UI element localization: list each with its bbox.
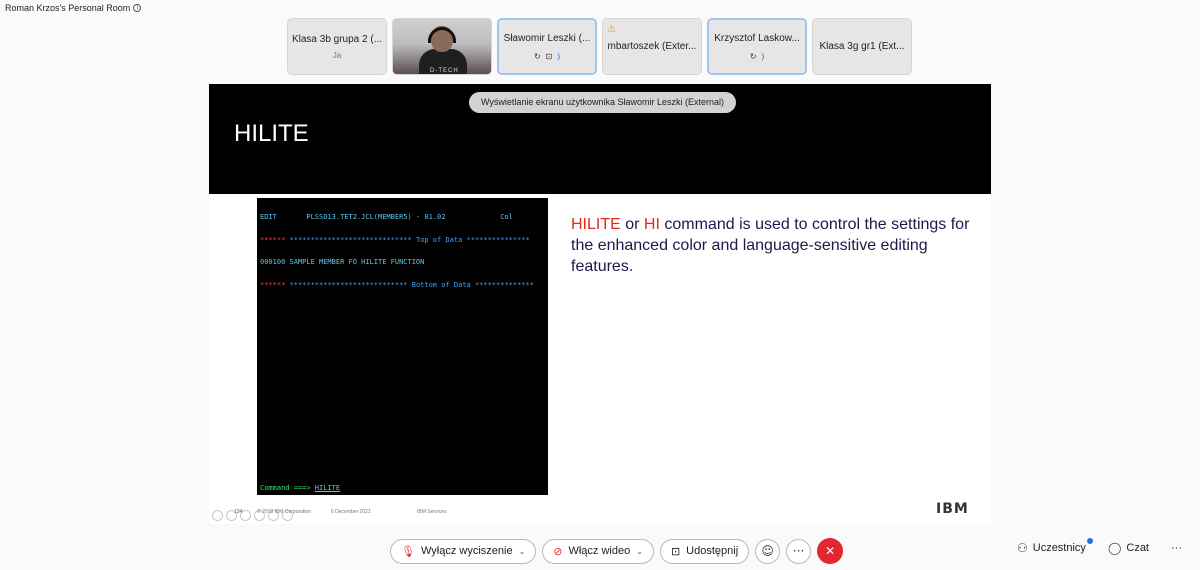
participant-name: mbartoszek (Exter... — [607, 41, 697, 52]
slide-copyright: © 2018 IBM Corporation — [257, 509, 311, 515]
info-icon[interactable]: i — [133, 4, 142, 12]
terminal-text: **************************** Bottom of D… — [285, 280, 534, 289]
command-prompt: Command ===> — [260, 483, 315, 492]
participant-tile[interactable]: Klasa 3g gr1 (Ext... — [812, 18, 912, 75]
chevron-down-icon[interactable]: ⌄ — [636, 547, 643, 556]
participant-tile[interactable]: Klasa 3b grupa 2 (... Ja — [287, 18, 387, 75]
sync-icon: ↻ — [749, 51, 757, 61]
terminal-line: ****** **************************** Bott… — [260, 280, 545, 290]
participant-video-tile[interactable]: D-TECH — [392, 18, 492, 75]
command-value: HILITE — [314, 483, 341, 492]
leave-meeting-button[interactable]: ✕ — [817, 538, 844, 564]
participant-sub: Ja — [332, 50, 342, 60]
terminal-line: ****** ***************************** Top… — [260, 235, 545, 245]
keyword-hilite: HILITE — [571, 216, 621, 233]
person-icon: ⚇ — [1016, 541, 1028, 555]
share-label: Udostępnij — [686, 545, 739, 557]
camera-off-icon: ⊘ — [553, 544, 563, 558]
terminal-line: EDIT PLSSO13.TET2.JCL(MEMBER5) - 01.02 C… — [260, 213, 513, 221]
slide-date: 6 December 2021 — [331, 509, 371, 515]
participant-name: Sławomir Leszki (... — [503, 32, 591, 44]
participant-name: Krzysztof Laskow... — [714, 32, 800, 44]
slide-page-number: 134 — [234, 509, 243, 515]
terminal-text: ***************************** Top of Dat… — [285, 235, 530, 244]
participants-label: Uczestnicy — [1032, 542, 1086, 554]
unmute-button[interactable]: 🎙 Wyłącz wyciszenie ⌄ — [390, 538, 537, 564]
microphone-off-icon: 🎙 — [401, 544, 415, 558]
reactions-button[interactable]: ☺ — [755, 538, 781, 564]
participants-button[interactable]: ⚇ Uczestnicy — [1016, 538, 1093, 555]
shirt-text: D-TECH — [430, 68, 459, 74]
start-video-button[interactable]: ⊘ Włącz wideo ⌄ — [542, 538, 654, 564]
slide-control-button[interactable] — [212, 510, 223, 521]
emoji-icon: ☺ — [761, 544, 774, 558]
share-button[interactable]: ⊡ Udostępnij — [659, 538, 750, 564]
chevron-down-icon[interactable]: ⌄ — [519, 547, 526, 556]
room-title-text: Roman Krzos's Personal Room — [5, 3, 131, 13]
chat-label: Czat — [1126, 542, 1149, 554]
participant-tile[interactable]: Sławomir Leszki (... ↻ ⊡ ) — [497, 18, 597, 75]
terminal-line: 000100 SAMPLE MEMBER FO HILITE FUNCTION — [260, 258, 425, 266]
participant-tile[interactable]: Krzysztof Laskow... ↻ ) — [707, 18, 807, 75]
more-options-button[interactable]: ··· — [786, 538, 812, 564]
participant-strip: Klasa 3b grupa 2 (... Ja D-TECH Sławomir… — [287, 18, 912, 75]
share-banner: Wyświetlanie ekranu użytkownika Sławomir… — [469, 92, 737, 113]
text-connector: or — [620, 216, 644, 233]
slide-title: HILITE — [234, 120, 309, 147]
notification-dot — [1086, 538, 1093, 544]
terminal-screenshot: EDIT PLSSO13.TET2.JCL(MEMBER5) - 01.02 C… — [257, 198, 548, 495]
screen-share-icon: ⊡ — [545, 51, 553, 61]
start-video-label: Włącz wideo — [568, 545, 631, 557]
shared-screen: HILITE Wyświetlanie ekranu użytkownika S… — [209, 84, 991, 524]
right-controls: ⚇ Uczestnicy ◯ Czat ··· — [1016, 538, 1182, 555]
meeting-toolbar: 🎙 Wyłącz wyciszenie ⌄ ⊘ Włącz wideo ⌄ ⊡ … — [390, 538, 844, 564]
more-icon: ··· — [1171, 542, 1182, 554]
audio-indicator-icon: ) — [557, 51, 561, 61]
more-icon: ··· — [792, 544, 805, 558]
chat-button[interactable]: ◯ Czat — [1108, 541, 1149, 555]
slide-service: IBM Services — [417, 509, 447, 515]
audio-indicator-icon: ) — [761, 51, 765, 61]
share-screen-icon: ⊡ — [670, 544, 681, 558]
ibm-logo: IBM — [936, 501, 969, 517]
terminal-marker: ****** — [260, 235, 286, 244]
overflow-menu-button[interactable]: ··· — [1171, 542, 1182, 554]
sync-icon: ↻ — [533, 51, 541, 61]
unmute-label: Wyłącz wyciszenie — [420, 545, 513, 557]
meeting-window: Roman Krzos's Personal Room i Klasa 3b g… — [0, 0, 1200, 570]
warning-icon: ⚠ — [607, 24, 616, 35]
participant-tile[interactable]: ⚠ mbartoszek (Exter... — [602, 18, 702, 75]
terminal-command-line: Command ===> HILITE — [260, 483, 341, 493]
room-title: Roman Krzos's Personal Room i — [5, 3, 142, 13]
close-icon: ✕ — [825, 544, 836, 558]
participant-name: Klasa 3g gr1 (Ext... — [819, 41, 905, 52]
participant-name: Klasa 3b grupa 2 (... — [291, 33, 383, 45]
terminal-marker: ****** — [260, 280, 286, 289]
keyword-hi: HI — [643, 216, 660, 233]
chat-icon: ◯ — [1107, 541, 1122, 555]
slide-body-text: HILITE or HI command is used to control … — [571, 214, 986, 277]
